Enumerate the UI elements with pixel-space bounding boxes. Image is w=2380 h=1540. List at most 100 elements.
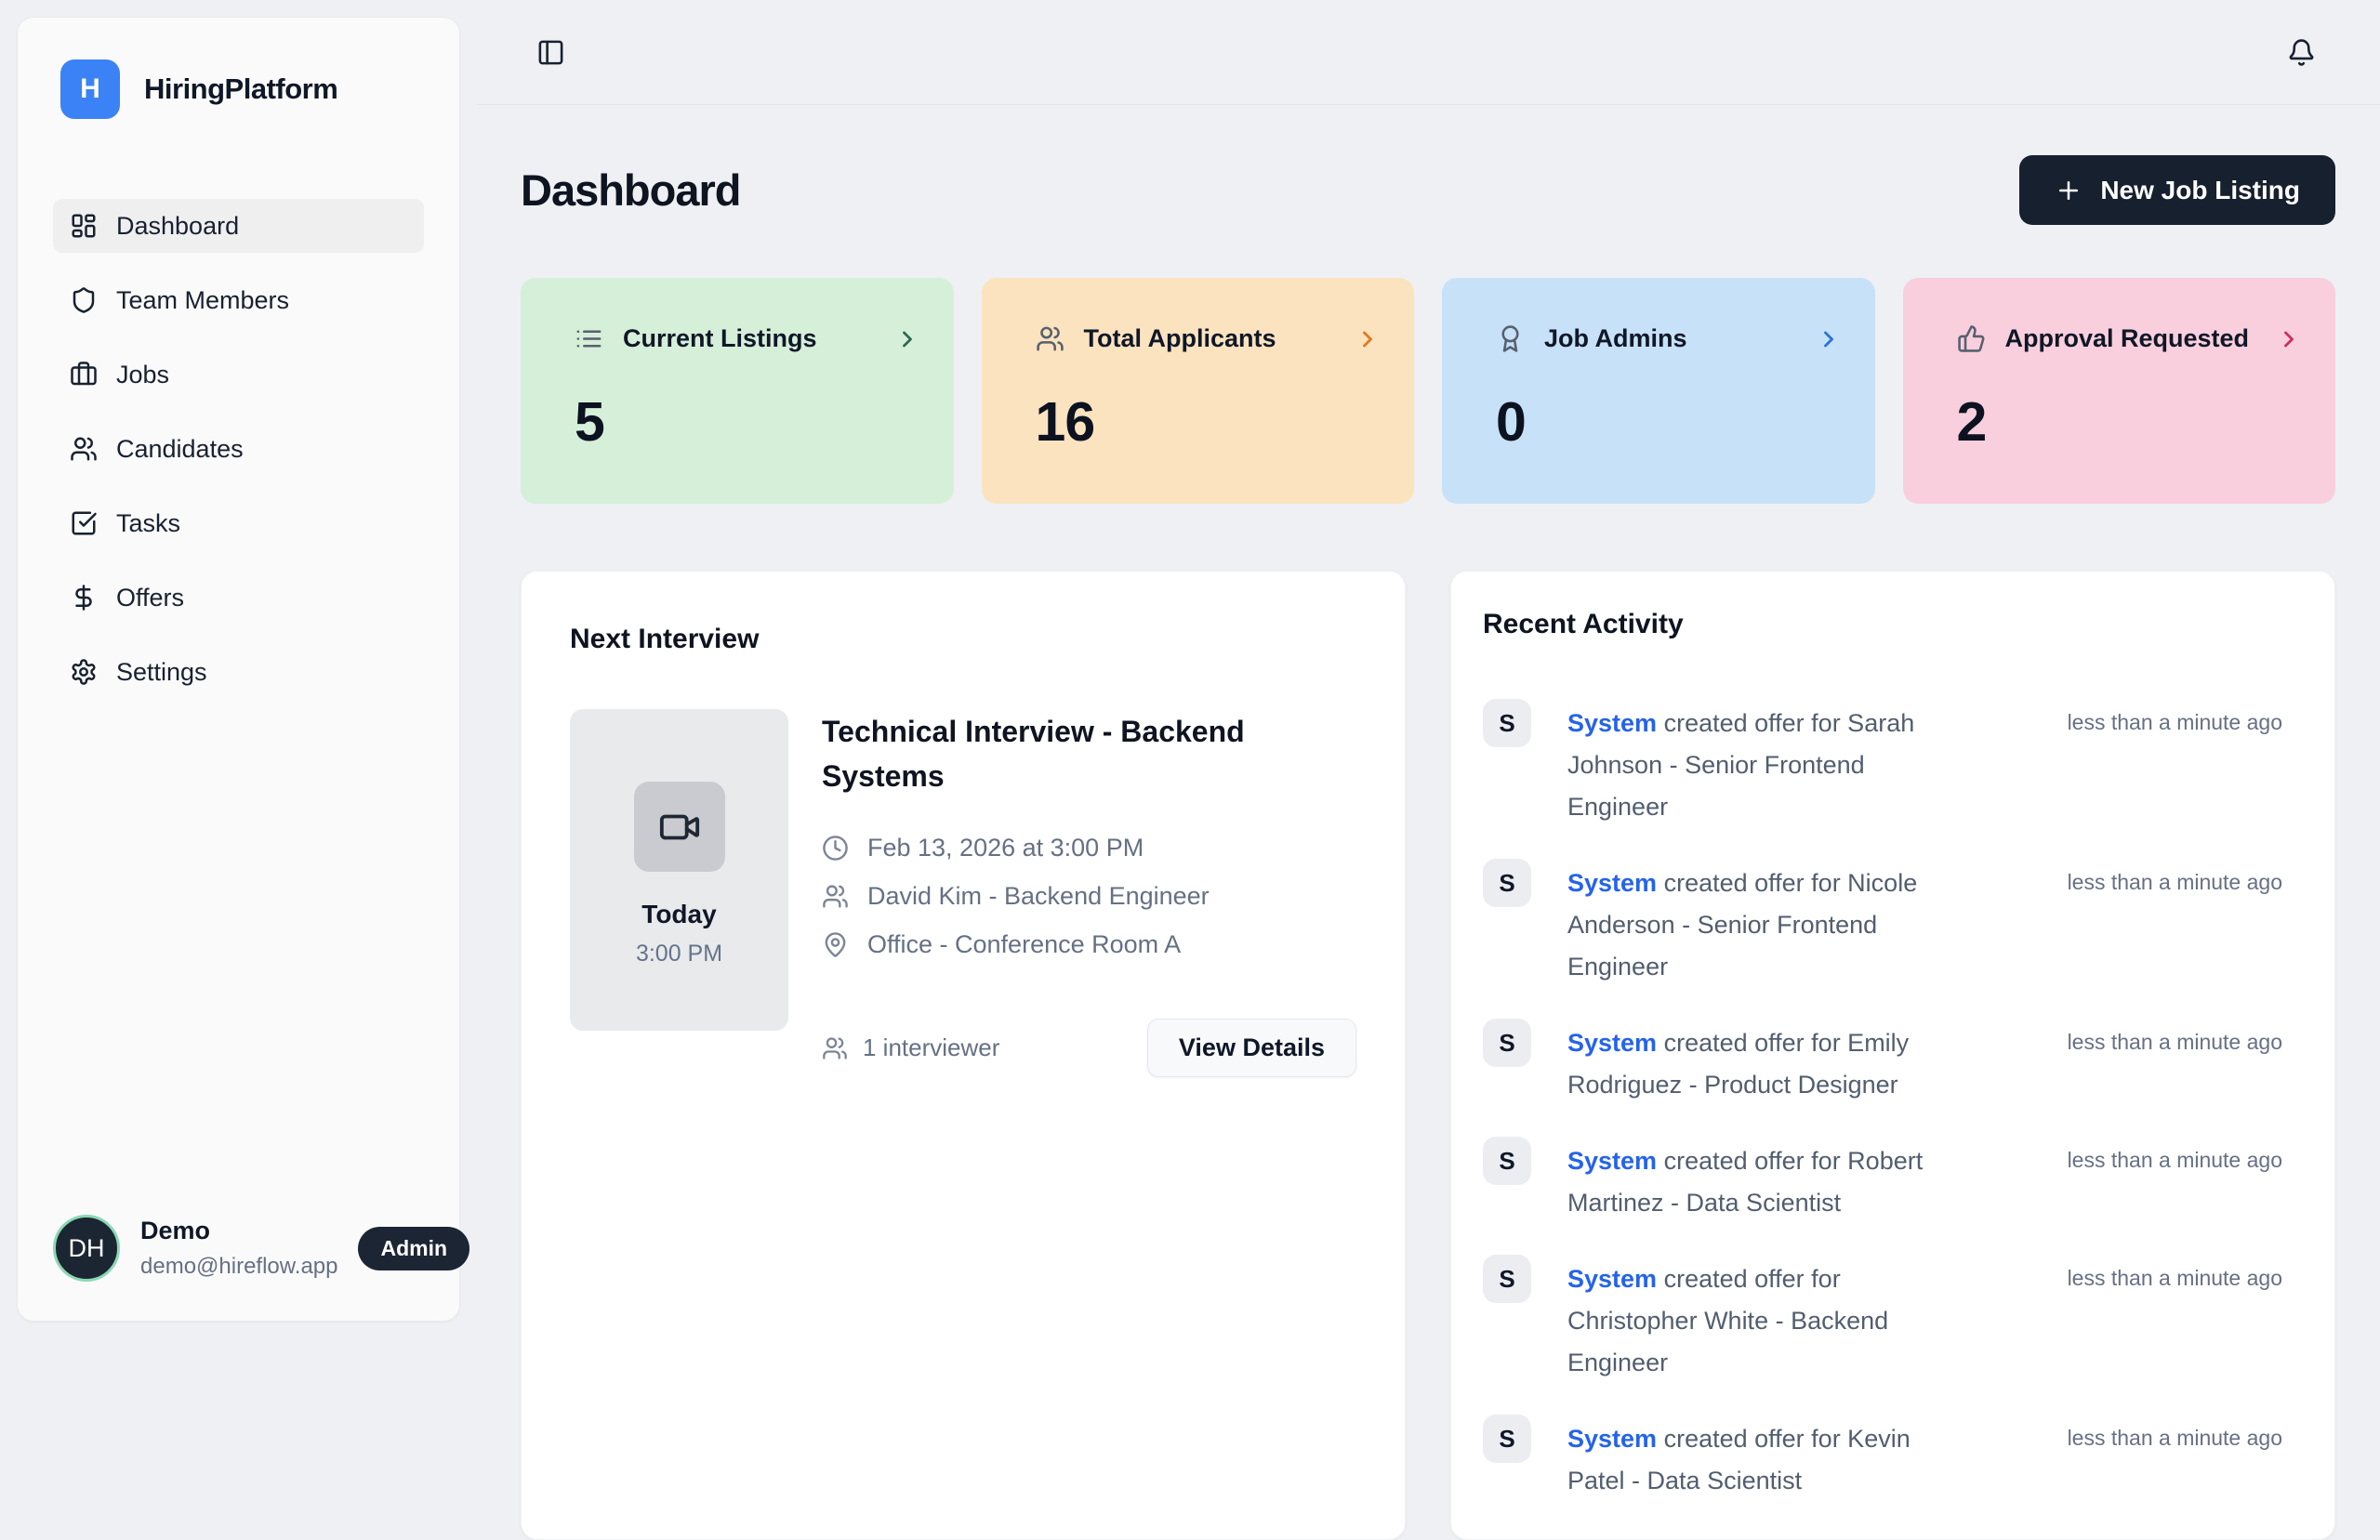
stat-card-job-admins[interactable]: Job Admins 0 <box>1442 278 1875 504</box>
recent-activity-title: Recent Activity <box>1483 609 2282 640</box>
activity-actor[interactable]: System <box>1567 709 1657 737</box>
stat-cards: Current Listings 5 Total Applicants <box>521 278 2335 504</box>
notifications-button[interactable] <box>2281 33 2320 72</box>
interviewer-count: 1 interviewer <box>822 1033 999 1062</box>
sidebar-item-team-members[interactable]: Team Members <box>53 273 424 327</box>
activity-item: S System created offer for Emily Rodrigu… <box>1483 1019 2282 1106</box>
map-pin-icon <box>822 931 849 958</box>
activity-avatar: S <box>1483 1019 1531 1067</box>
activity-list: S System created offer for Sarah Johnson… <box>1483 699 2282 1502</box>
chevron-right-icon <box>2276 326 2302 352</box>
briefcase-icon <box>70 361 98 388</box>
interview-candidate: David Kim - Backend Engineer <box>867 882 1210 911</box>
activity-actor[interactable]: System <box>1567 869 1657 897</box>
user-email: demo@hireflow.app <box>140 1254 337 1280</box>
new-job-listing-button[interactable]: New Job Listing <box>2019 155 2335 225</box>
interviewer-count-label: 1 interviewer <box>863 1033 999 1062</box>
sidebar-toggle-button[interactable] <box>531 33 570 72</box>
next-interview-panel: Next Interview Today 3:00 PM Technical I… <box>521 571 1406 1540</box>
page-header: Dashboard New Job Listing <box>521 155 2335 225</box>
content: Dashboard New Job Listing Current Listin… <box>477 155 2380 1540</box>
sidebar-item-offers[interactable]: Offers <box>53 571 424 625</box>
app-title: HiringPlatform <box>144 72 337 106</box>
activity-timestamp: less than a minute ago <box>2068 1137 2282 1224</box>
user-name: Demo <box>140 1217 337 1245</box>
activity-timestamp: less than a minute ago <box>2068 1255 2282 1384</box>
recent-activity-panel: Recent Activity S System created offer f… <box>1450 571 2335 1540</box>
topbar <box>477 0 2380 105</box>
sidebar: H HiringPlatform Dashboard Team Members … <box>17 17 460 1322</box>
activity-avatar: S <box>1483 859 1531 907</box>
sidebar-item-label: Tasks <box>116 509 180 538</box>
stat-card-total-applicants[interactable]: Total Applicants 16 <box>982 278 1415 504</box>
sidebar-item-label: Settings <box>116 658 207 687</box>
interview-datetime: Feb 13, 2026 at 3:00 PM <box>867 834 1144 862</box>
chevron-right-icon <box>1816 326 1842 352</box>
sidebar-item-label: Team Members <box>116 286 289 315</box>
role-badge: Admin <box>358 1227 469 1270</box>
clock-icon <box>822 835 849 862</box>
activity-avatar: S <box>1483 1137 1531 1185</box>
activity-actor[interactable]: System <box>1567 1425 1657 1453</box>
avatar: DH <box>53 1215 120 1282</box>
interview-candidate-row: David Kim - Backend Engineer <box>822 882 1356 911</box>
stat-card-current-listings[interactable]: Current Listings 5 <box>521 278 954 504</box>
interview-date-tile: Today 3:00 PM <box>570 709 788 1031</box>
user-info: Demo demo@hireflow.app <box>140 1217 337 1280</box>
panel-left-icon <box>536 38 565 67</box>
interview-location: Office - Conference Room A <box>867 930 1181 959</box>
chevron-right-icon <box>894 326 920 352</box>
activity-item: S System created offer for Nicole Anders… <box>1483 859 2282 988</box>
activity-timestamp: less than a minute ago <box>2068 859 2282 988</box>
sidebar-item-jobs[interactable]: Jobs <box>53 348 424 401</box>
sidebar-item-dashboard[interactable]: Dashboard <box>53 199 424 253</box>
plus-icon <box>2055 177 2082 204</box>
lower-panels: Next Interview Today 3:00 PM Technical I… <box>521 571 2335 1540</box>
stat-card-approval-requested[interactable]: Approval Requested 2 <box>1903 278 2336 504</box>
activity-timestamp: less than a minute ago <box>2068 1019 2282 1106</box>
gear-icon <box>70 658 98 686</box>
sidebar-item-candidates[interactable]: Candidates <box>53 422 424 476</box>
activity-item: S System created offer for Robert Martin… <box>1483 1137 2282 1224</box>
stat-value: 16 <box>1036 390 1382 454</box>
main-area: Dashboard New Job Listing Current Listin… <box>477 0 2380 1338</box>
app-logo: H HiringPlatform <box>60 59 416 119</box>
stat-label: Current Listings <box>623 324 817 353</box>
activity-avatar: S <box>1483 699 1531 747</box>
stat-value: 2 <box>1957 390 2303 454</box>
users-icon <box>822 1035 848 1061</box>
interview-day-label: Today <box>641 900 716 929</box>
sidebar-item-label: Jobs <box>116 361 169 389</box>
sidebar-item-label: Dashboard <box>116 212 239 241</box>
user-profile[interactable]: DH Demo demo@hireflow.app Admin <box>53 1215 424 1282</box>
interview-location-row: Office - Conference Room A <box>822 930 1356 959</box>
video-tile <box>634 782 725 872</box>
stat-value: 0 <box>1496 390 1842 454</box>
activity-timestamp: less than a minute ago <box>2068 699 2282 828</box>
thumbs-up-icon <box>1957 324 1986 353</box>
sidebar-item-label: Offers <box>116 584 184 612</box>
sidebar-nav: Dashboard Team Members Jobs Candidates T… <box>53 199 424 699</box>
sidebar-item-label: Candidates <box>116 435 244 464</box>
activity-actor[interactable]: System <box>1567 1147 1657 1175</box>
next-interview-title: Next Interview <box>570 624 1356 655</box>
stat-label: Job Admins <box>1544 324 1687 353</box>
dollar-icon <box>70 584 98 612</box>
chevron-right-icon <box>1355 326 1381 352</box>
activity-actor[interactable]: System <box>1567 1029 1657 1057</box>
activity-timestamp: less than a minute ago <box>2068 1415 2282 1502</box>
bell-icon <box>2287 38 2316 67</box>
stat-label: Approval Requested <box>2005 324 2250 353</box>
interview-datetime-row: Feb 13, 2026 at 3:00 PM <box>822 834 1356 862</box>
award-icon <box>1496 324 1525 353</box>
app-logo-mark: H <box>60 59 120 119</box>
users-icon <box>1036 324 1064 353</box>
view-details-button[interactable]: View Details <box>1147 1019 1356 1077</box>
activity-avatar: S <box>1483 1415 1531 1463</box>
sidebar-item-settings[interactable]: Settings <box>53 645 424 699</box>
activity-actor[interactable]: System <box>1567 1265 1657 1293</box>
sidebar-item-tasks[interactable]: Tasks <box>53 496 424 550</box>
activity-avatar: S <box>1483 1255 1531 1303</box>
page-title: Dashboard <box>521 165 741 216</box>
activity-item: S System created offer for Sarah Johnson… <box>1483 699 2282 828</box>
